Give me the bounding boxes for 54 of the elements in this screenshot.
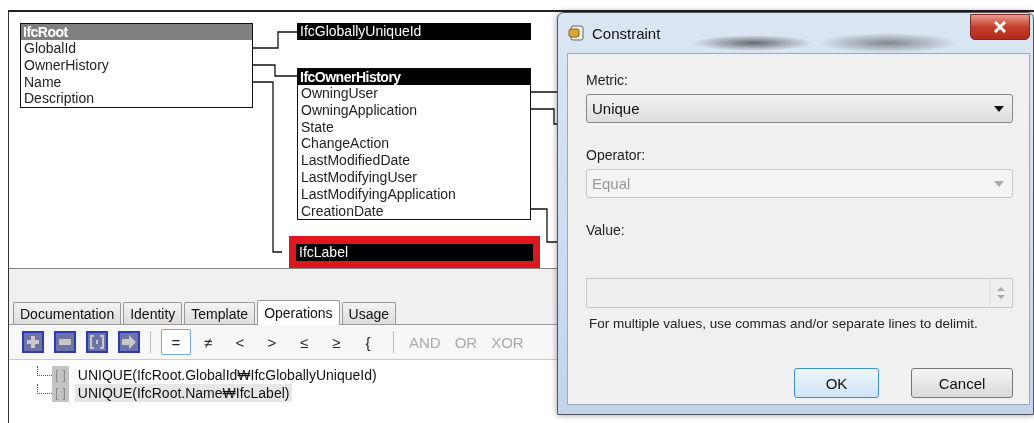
add-button[interactable]	[22, 331, 44, 353]
type-title: IfcLabel	[296, 243, 533, 261]
spinner-arrows-icon	[997, 285, 1005, 301]
tab[interactable]: Identity	[123, 302, 183, 324]
tree-marker: [ ]	[52, 384, 69, 402]
group-button[interactable]	[86, 331, 108, 353]
tree-marker: [ ]	[52, 366, 69, 384]
attribute-label: ChangeAction	[300, 135, 390, 153]
attribute-label: LastModifyingUser	[300, 169, 418, 186]
next-button[interactable]	[118, 331, 140, 353]
caret-down-icon	[994, 105, 1004, 112]
cancel-button[interactable]: Cancel	[911, 368, 1013, 398]
attribute-label: Name	[23, 73, 63, 91]
ok-button[interactable]: OK	[794, 368, 879, 398]
attribute-label: OwnerHistory	[23, 56, 110, 74]
constraint-item[interactable]: UNIQUE(IfcRoot.GlobalId₩IfcGloballyUniqueId)	[74, 366, 380, 384]
tab[interactable]: Documentation	[13, 302, 122, 324]
attribute-label: LastModifyingApplication	[300, 185, 457, 203]
caret-down-icon	[994, 180, 1004, 187]
tab[interactable]: Operations	[257, 300, 340, 325]
minus-icon	[58, 338, 72, 346]
attribute-label: Description	[23, 90, 96, 108]
field-label: Value:	[586, 222, 626, 238]
hint-text: For multiple values, use commas and/or separate lines to delimit.	[588, 316, 979, 331]
operator-button[interactable]: {	[353, 329, 383, 355]
plus-icon	[26, 335, 40, 349]
close-button[interactable]	[970, 14, 1030, 40]
brackets-icon	[90, 335, 104, 349]
field-label: Metric:	[586, 72, 629, 88]
entity-title: IfcRoot	[21, 24, 252, 40]
close-icon	[993, 21, 1007, 33]
attribute-label: State	[300, 118, 335, 136]
attribute-label: GlobalId	[23, 40, 78, 57]
operator-button[interactable]: ≠	[193, 329, 223, 355]
operator-button[interactable]: >	[257, 329, 287, 355]
dropdown[interactable]: Unique	[586, 94, 1013, 123]
field-label: Operator:	[586, 147, 647, 163]
attribute-label: OwningApplication	[300, 101, 418, 119]
operator-button[interactable]: ≥	[321, 329, 351, 355]
dialog-title: Constraint	[592, 24, 661, 42]
attribute-label: LastModifiedDate	[300, 152, 411, 169]
tab[interactable]: Template	[184, 302, 256, 324]
attribute-label: OwningUser	[300, 85, 380, 102]
scroll-icon	[568, 24, 586, 42]
operator-button[interactable]: =	[161, 329, 191, 355]
attribute-label: CreationDate	[300, 202, 385, 220]
tab[interactable]: Usage	[341, 302, 397, 324]
operator-button[interactable]: <	[225, 329, 255, 355]
type-title: IfcGloballyUniqueId	[297, 23, 531, 40]
constraint-item[interactable]: UNIQUE(IfcRoot.Name₩IfcLabel)	[74, 384, 293, 402]
remove-button[interactable]	[54, 331, 76, 353]
arrow-right-icon	[121, 335, 137, 349]
operator-button[interactable]: ≤	[289, 329, 319, 355]
entity-title: IfcOwnerHistory	[298, 69, 530, 85]
